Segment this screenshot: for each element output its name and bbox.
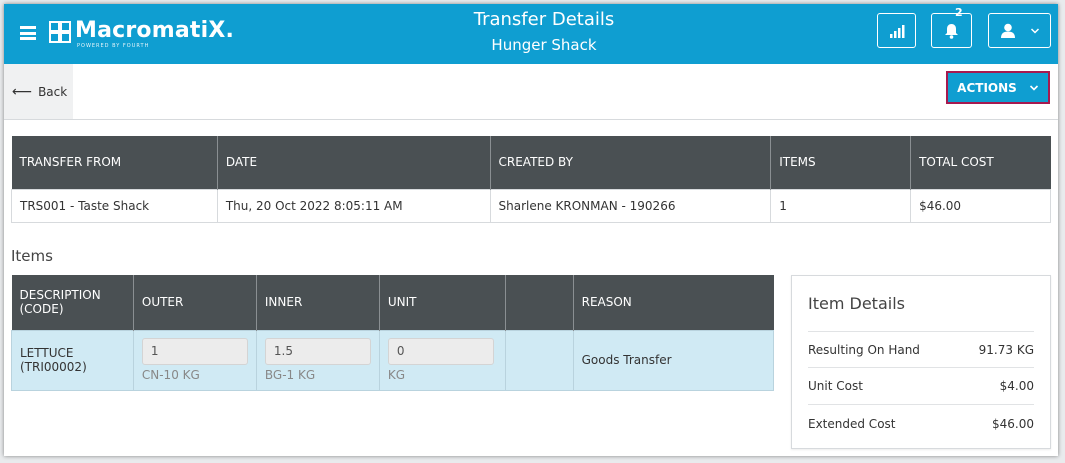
page-title: Transfer Details [473,9,615,30]
item-description: LETTUCE [20,346,74,360]
col-items: ITEMS [770,136,912,189]
cell-created-by: Sharlene KRONMAN - 190266 [489,188,772,223]
user-menu-button[interactable] [988,13,1051,48]
cell-total-cost: $46.00 [910,188,1051,223]
detail-value: 91.73 KG [978,342,1034,357]
detail-row-resulting-on-hand: Resulting On Hand 91.73 KG [808,331,1034,368]
reports-button[interactable] [877,13,916,48]
notification-badge: 2 [955,6,963,19]
hamburger-menu-icon[interactable] [20,26,36,40]
outer-quantity-input[interactable]: 1 [141,338,248,365]
actions-button[interactable]: ACTIONS [946,71,1050,104]
page-subtitle: Hunger Shack [491,36,597,54]
col-description-line1: DESCRIPTION [19,288,101,303]
cell-outer: 1 CN-10 KG [132,329,257,391]
logo-text: MacromatiX. [75,18,235,43]
detail-row-unit-cost: Unit Cost $4.00 [808,368,1034,405]
back-label: Back [38,84,68,99]
col-outer: OUTER [133,275,257,330]
notifications-button[interactable]: 2 [931,6,972,48]
user-icon [1000,23,1015,38]
back-button[interactable]: ⟵ Back [4,64,73,119]
col-total-cost: TOTAL COST [910,136,1051,189]
col-unit: UNIT [379,275,506,330]
cell-items: 1 [770,188,912,223]
items-header-row: DESCRIPTION (CODE) OUTER INNER UNIT REAS… [11,275,774,330]
macromatix-logo-icon [49,21,71,43]
items-table: DESCRIPTION (CODE) OUTER INNER UNIT REAS… [11,275,775,391]
cell-unit: 0 KG [378,329,506,391]
col-description: DESCRIPTION (CODE) [11,275,134,330]
col-description-line2: (CODE) [19,302,64,317]
top-header: MacromatiX. POWERED BY FOURTH Transfer D… [4,4,1058,64]
app-window: MacromatiX. POWERED BY FOURTH Transfer D… [4,4,1058,456]
inner-unit-label: BG-1 KG [264,368,316,382]
table-row: LETTUCE (TRI00002) 1 CN-10 KG 1.5 BG-1 K… [11,329,775,391]
detail-value: $4.00 [999,379,1034,393]
bell-icon [945,23,958,39]
chevron-down-icon [1030,27,1039,34]
unit-quantity-input[interactable]: 0 [387,338,494,365]
table-row: TRS001 - Taste Shack Thu, 20 Oct 2022 8:… [11,188,1051,223]
cell-inner: 1.5 BG-1 KG [255,329,380,391]
title-block: Transfer Details Hunger Shack [344,8,744,56]
summary-header-row: TRANSFER FROM DATE CREATED BY ITEMS TOTA… [11,136,1051,189]
col-transfer-from: TRANSFER FROM [11,136,218,189]
cell-description: LETTUCE (TRI00002) [11,329,134,391]
transfer-summary-table: TRANSFER FROM DATE CREATED BY ITEMS TOTA… [11,136,1051,223]
cell-transfer-from: TRS001 - Taste Shack [11,188,218,223]
detail-value: $46.00 [992,416,1034,431]
actions-label: ACTIONS [957,80,1017,95]
detail-row-extended-cost: Extended Cost $46.00 [808,405,1034,442]
chevron-down-icon [1029,84,1038,91]
inner-quantity-input[interactable]: 1.5 [264,338,371,365]
item-details-panel: Item Details Resulting On Hand 91.73 KG … [791,275,1051,449]
col-blank [505,275,574,330]
col-created-by: CREATED BY [490,136,772,189]
detail-label: Extended Cost [808,416,896,431]
signal-bars-icon [889,24,904,38]
toolbar: ⟵ Back ACTIONS [4,64,1058,120]
cell-date: Thu, 20 Oct 2022 8:05:11 AM [216,188,491,223]
unit-unit-label: KG [387,368,406,382]
detail-label: Resulting On Hand [808,342,920,357]
outer-unit-label: CN-10 KG [141,368,200,382]
item-code: (TRI00002) [20,360,87,374]
col-date: DATE [217,136,491,189]
item-details-title: Item Details [808,294,905,313]
items-section-title: Items [11,247,53,265]
col-reason: REASON [573,275,774,330]
arrow-left-icon: ⟵ [12,83,33,100]
cell-reason: Goods Transfer [572,329,775,391]
logo-subtext: POWERED BY FOURTH [77,43,150,49]
cell-blank [504,329,574,391]
col-inner: INNER [256,275,380,330]
detail-label: Unit Cost [808,379,863,393]
